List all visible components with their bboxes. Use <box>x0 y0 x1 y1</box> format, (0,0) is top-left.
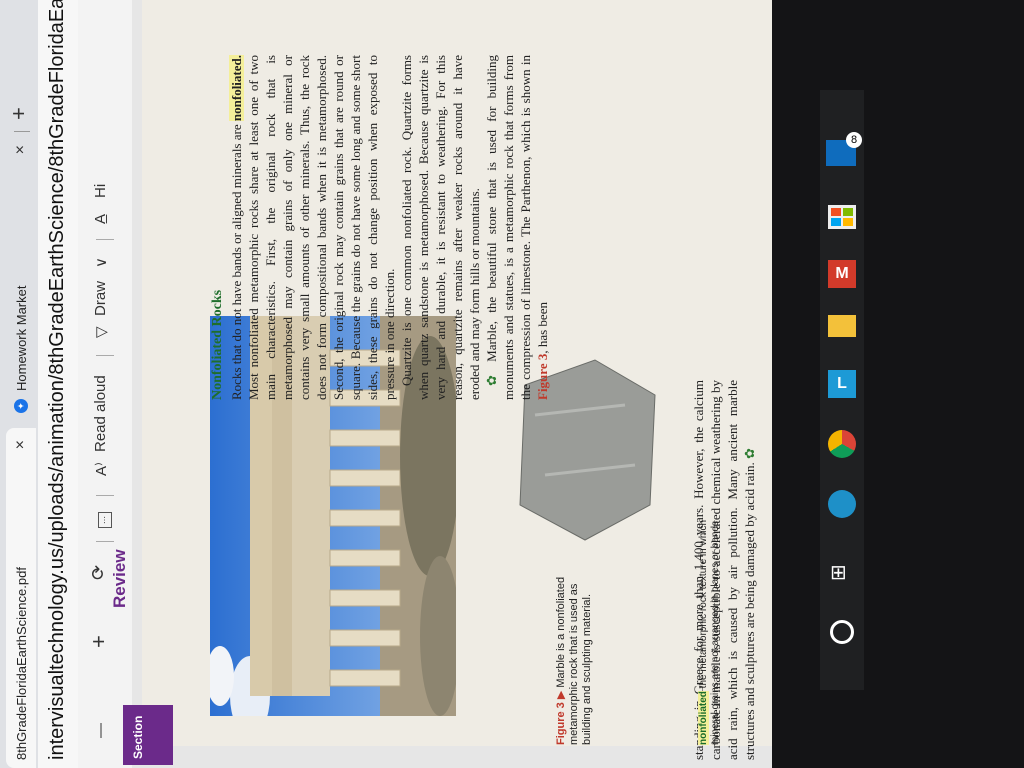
tab-homework-close-icon[interactable]: × <box>12 145 30 154</box>
draw-button[interactable]: Draw <box>92 281 109 316</box>
homework-market-favicon-icon: ✦ <box>14 399 28 413</box>
new-tab-button[interactable]: + <box>6 107 32 120</box>
toolbar-separator <box>96 239 114 240</box>
toolbar-separator <box>96 541 114 542</box>
tab-pdf-label: 8thGradeFloridaEarthScience.pdf <box>13 567 29 760</box>
screen: 8thGradeFloridaEarthScience.pdf × ✦ Home… <box>0 0 1024 768</box>
read-aloud-button[interactable]: Read aloud <box>92 375 109 452</box>
draw-icon[interactable]: ▽ <box>92 326 110 338</box>
tab-homework-market[interactable]: ✦ Homework Market × <box>6 133 36 423</box>
zoom-in-button[interactable]: + <box>86 635 112 648</box>
parthenon-photo <box>210 316 456 716</box>
draw-chevron-down-icon[interactable]: ∨ <box>92 257 110 268</box>
parthenon-illustration <box>210 316 456 716</box>
pdf-toolbar: — + ⟳ ⋯ A⁾ Read aloud ▽ Draw ∨ A̲ Hi <box>78 0 133 768</box>
rotate-icon[interactable]: ⟳ <box>88 565 109 580</box>
toolbar-separator <box>96 495 114 496</box>
url-text[interactable]: intervisualtechnology.us/uploads/animati… <box>46 0 69 760</box>
tab-pdf[interactable]: 8thGradeFloridaEarthScience.pdf × <box>6 428 36 768</box>
pdf-viewport[interactable] <box>132 0 1024 768</box>
highlight-button[interactable]: Hi <box>92 184 109 198</box>
toolbar-separator <box>96 355 114 356</box>
tab-pdf-close-icon[interactable]: × <box>12 440 30 449</box>
page-view-icon[interactable]: ⋯ <box>98 512 112 528</box>
read-aloud-icon[interactable]: A⁾ <box>92 462 110 476</box>
tab-bar: 8thGradeFloridaEarthScience.pdf × ✦ Home… <box>0 0 38 768</box>
tab-separator <box>14 131 30 132</box>
address-bar[interactable]: intervisualtechnology.us/uploads/animati… <box>38 0 79 768</box>
highlight-icon[interactable]: A̲ <box>92 214 109 224</box>
zoom-out-button[interactable]: — <box>92 723 109 738</box>
pdf-page <box>142 0 1022 746</box>
tab-homework-market-label: Homework Market <box>13 285 29 391</box>
